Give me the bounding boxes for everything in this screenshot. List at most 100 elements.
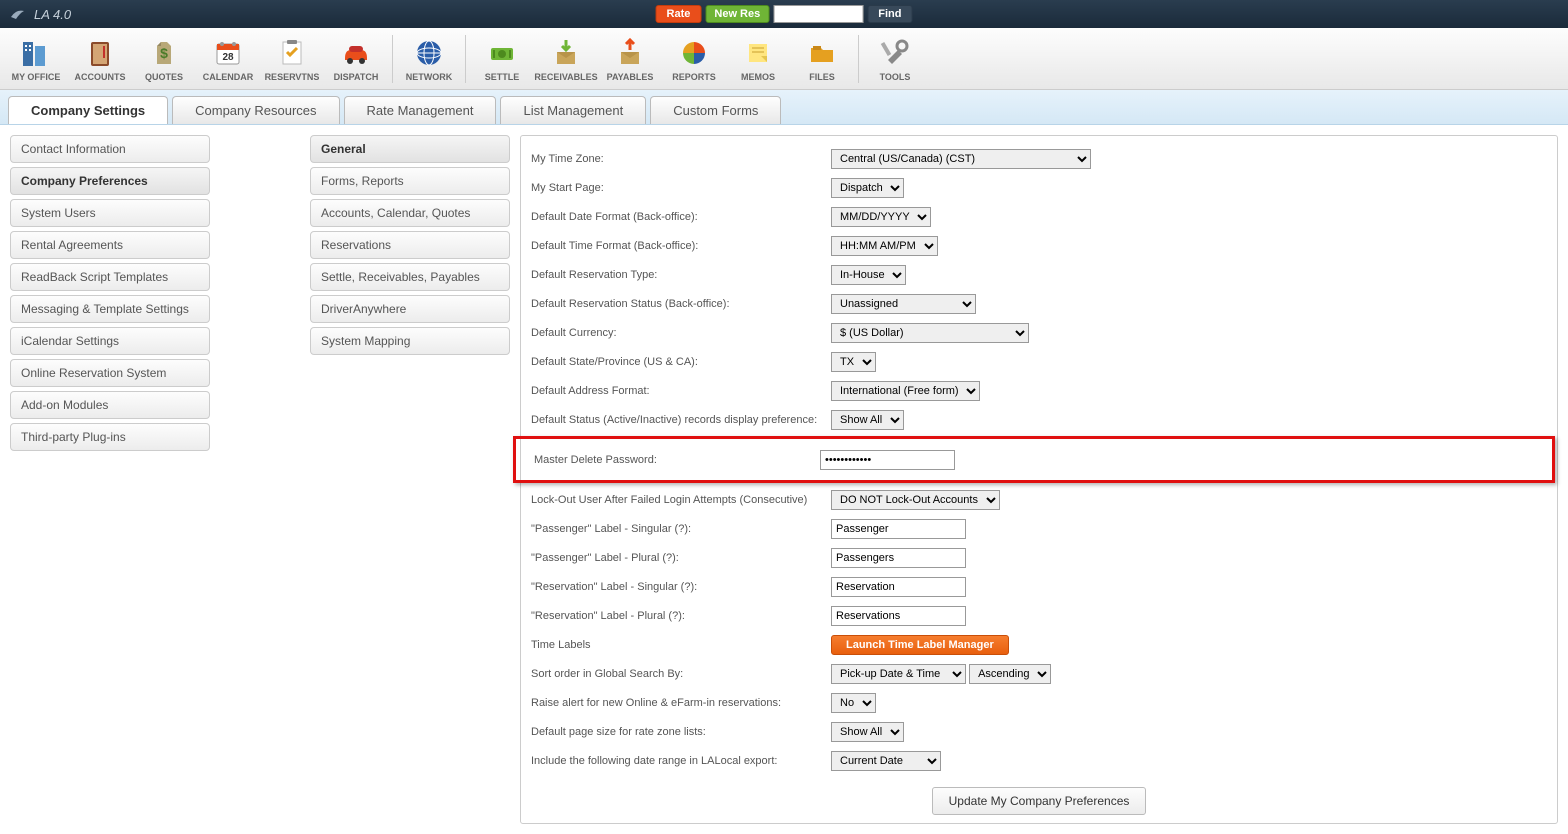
global-search-input[interactable]	[773, 5, 863, 23]
main-toolbar: MY OFFICEACCOUNTS$QUOTES28CALENDARRESERV…	[0, 28, 1568, 90]
select-restype[interactable]: In-House	[831, 265, 906, 285]
select-dateformat[interactable]: MM/DD/YYYY	[831, 207, 931, 227]
select-timezone[interactable]: Central (US/Canada) (CST)	[831, 149, 1091, 169]
select-startpage[interactable]: Dispatch	[831, 178, 904, 198]
toolbar-reservations[interactable]: RESERVTNS	[260, 30, 324, 88]
label-dateformat: Default Date Format (Back-office):	[531, 211, 831, 223]
leftnav-messaging-template-settings[interactable]: Messaging & Template Settings	[10, 295, 210, 323]
launch-time-label-button[interactable]: Launch Time Label Manager	[831, 635, 1009, 655]
payables-icon	[613, 36, 647, 70]
label-passsing: "Passenger" Label - Singular (?):	[531, 523, 831, 535]
toolbar-dispatch[interactable]: DISPATCH	[324, 30, 388, 88]
toolbar-separator	[392, 35, 393, 83]
tab-custom-forms[interactable]: Custom Forms	[650, 96, 781, 124]
toolbar-files[interactable]: FILES	[790, 30, 854, 88]
memos-icon	[741, 36, 775, 70]
select-state[interactable]: TX	[831, 352, 876, 372]
select-sortorder-field[interactable]: Pick-up Date & Time	[831, 664, 966, 684]
leftnav-contact-information[interactable]: Contact Information	[10, 135, 210, 163]
select-raisealert[interactable]: No	[831, 693, 876, 713]
label-resplu: "Reservation" Label - Plural (?):	[531, 610, 831, 622]
toolbar-label: MEMOS	[741, 72, 775, 82]
label-lockout: Lock-Out User After Failed Login Attempt…	[531, 494, 831, 506]
content-area: Contact Information Company Preferences Sy…	[0, 125, 1568, 834]
toolbar-separator	[465, 35, 466, 83]
input-passplu[interactable]	[831, 548, 966, 568]
select-daterange[interactable]: Current Date	[831, 751, 941, 771]
row-daterange: Include the following date range in LALo…	[531, 746, 1547, 775]
dispatch-icon	[339, 36, 373, 70]
leftnav-readback-script-templates[interactable]: ReadBack Script Templates	[10, 263, 210, 291]
row-passplu: "Passenger" Label - Plural (?):	[531, 543, 1547, 572]
toolbar-memos[interactable]: MEMOS	[726, 30, 790, 88]
tab-list-management[interactable]: List Management	[500, 96, 646, 124]
new-res-button[interactable]: New Res	[705, 5, 769, 23]
rate-button[interactable]: Rate	[656, 5, 702, 23]
toolbar-label: TOOLS	[880, 72, 911, 82]
office-icon	[19, 36, 53, 70]
input-resplu[interactable]	[831, 606, 966, 626]
label-timezone: My Time Zone:	[531, 153, 831, 165]
toolbar-tools[interactable]: TOOLS	[863, 30, 927, 88]
select-pagesize[interactable]: Show All	[831, 722, 904, 742]
leftnav-online-reservation-system[interactable]: Online Reservation System	[10, 359, 210, 387]
toolbar-label: FILES	[809, 72, 835, 82]
toolbar-label: PAYABLES	[607, 72, 654, 82]
select-addrformat[interactable]: International (Free form)	[831, 381, 980, 401]
subnav-reservations[interactable]: Reservations	[310, 231, 510, 259]
find-button[interactable]: Find	[867, 5, 912, 23]
subnav-general[interactable]: General	[310, 135, 510, 163]
tab-rate-management[interactable]: Rate Management	[344, 96, 497, 124]
leftnav-system-users[interactable]: System Users	[10, 199, 210, 227]
toolbar-office[interactable]: MY OFFICE	[4, 30, 68, 88]
row-masterpw: Master Delete Password:	[520, 445, 1548, 474]
toolbar-settle[interactable]: SETTLE	[470, 30, 534, 88]
label-timeformat: Default Time Format (Back-office):	[531, 240, 831, 252]
input-passsing[interactable]	[831, 519, 966, 539]
row-ressing: "Reservation" Label - Singular (?):	[531, 572, 1547, 601]
subnav-driveranywhere[interactable]: DriverAnywhere	[310, 295, 510, 323]
leftnav-third-party-plug-ins[interactable]: Third-party Plug-ins	[10, 423, 210, 451]
toolbar-payables[interactable]: PAYABLES	[598, 30, 662, 88]
subnav-system-mapping[interactable]: System Mapping	[310, 327, 510, 355]
input-ressing[interactable]	[831, 577, 966, 597]
select-resstatus[interactable]: Unassigned	[831, 294, 976, 314]
toolbar-accounts[interactable]: ACCOUNTS	[68, 30, 132, 88]
select-lockout[interactable]: DO NOT Lock-Out Accounts	[831, 490, 1000, 510]
svg-text:$: $	[160, 45, 168, 61]
subnav-settle-receivables-payables[interactable]: Settle, Receivables, Payables	[310, 263, 510, 291]
toolbar-calendar[interactable]: 28CALENDAR	[196, 30, 260, 88]
select-sortorder-dir[interactable]: Ascending	[969, 664, 1051, 684]
toolbar-network[interactable]: NETWORK	[397, 30, 461, 88]
toolbar-reports[interactable]: REPORTS	[662, 30, 726, 88]
leftnav-company-preferences[interactable]: Company Preferences	[10, 167, 210, 195]
reports-icon	[677, 36, 711, 70]
row-raisealert: Raise alert for new Online & eFarm-in re…	[531, 688, 1547, 717]
subnav-accounts-calendar-quotes[interactable]: Accounts, Calendar, Quotes	[310, 199, 510, 227]
leftnav-icalendar-settings[interactable]: iCalendar Settings	[10, 327, 210, 355]
select-timeformat[interactable]: HH:MM AM/PM	[831, 236, 938, 256]
logo-icon	[10, 7, 30, 21]
toolbar-quotes[interactable]: $QUOTES	[132, 30, 196, 88]
label-startpage: My Start Page:	[531, 182, 831, 194]
subnav-forms-reports[interactable]: Forms, Reports	[310, 167, 510, 195]
label-addrformat: Default Address Format:	[531, 385, 831, 397]
toolbar-label: REPORTS	[672, 72, 716, 82]
row-resplu: "Reservation" Label - Plural (?):	[531, 601, 1547, 630]
select-displaypref[interactable]: Show All	[831, 410, 904, 430]
tab-company-settings[interactable]: Company Settings	[8, 96, 168, 124]
toolbar-label: DISPATCH	[334, 72, 379, 82]
leftnav-rental-agreements[interactable]: Rental Agreements	[10, 231, 210, 259]
label-displaypref: Default Status (Active/Inactive) records…	[531, 414, 831, 426]
input-masterpw[interactable]	[820, 450, 955, 470]
tab-company-resources[interactable]: Company Resources	[172, 96, 339, 124]
topbar-center: Rate New Res Find	[656, 5, 913, 23]
toolbar-label: RECEIVABLES	[534, 72, 597, 82]
settle-icon	[485, 36, 519, 70]
update-preferences-button[interactable]: Update My Company Preferences	[932, 787, 1147, 815]
label-sortorder: Sort order in Global Search By:	[531, 668, 831, 680]
select-currency[interactable]: $ (US Dollar)	[831, 323, 1029, 343]
row-startpage: My Start Page: Dispatch	[531, 173, 1547, 202]
leftnav-add-on-modules[interactable]: Add-on Modules	[10, 391, 210, 419]
toolbar-receivables[interactable]: RECEIVABLES	[534, 30, 598, 88]
